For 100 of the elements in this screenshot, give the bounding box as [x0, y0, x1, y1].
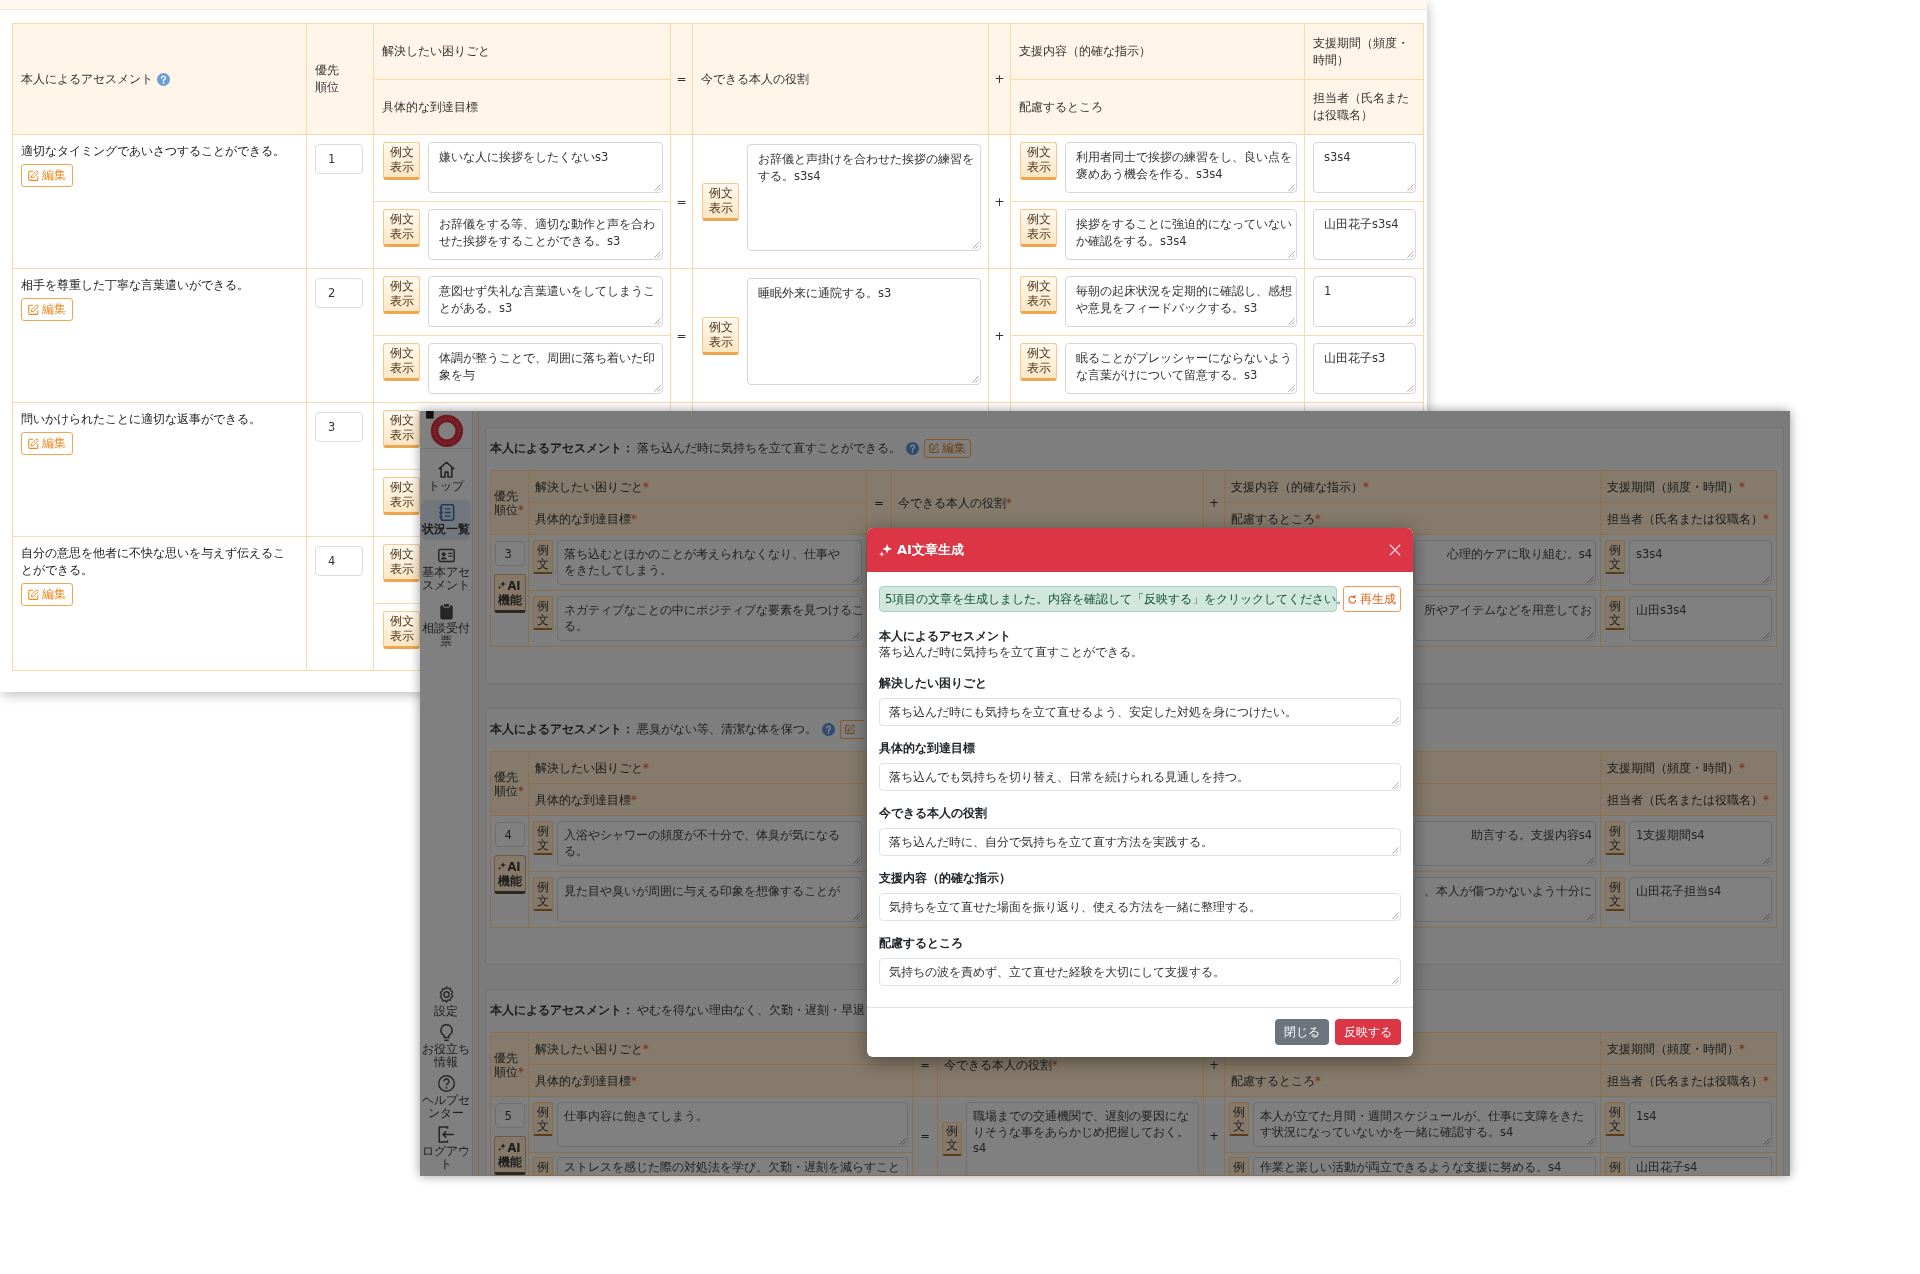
resize-grip-icon[interactable] — [853, 913, 860, 920]
example-button[interactable]: 例文表示 — [383, 343, 420, 381]
resize-grip-icon[interactable] — [1587, 913, 1594, 920]
text-area[interactable]: 挨拶をすることに強迫的になっていないか確認をする。s3s4 — [1065, 209, 1297, 260]
text-area[interactable]: 見た目や臭いが周囲に与える印象を想像することが — [557, 877, 862, 922]
resize-grip-icon[interactable] — [654, 385, 661, 392]
text-area[interactable]: お辞儀と声掛けを合わせた挨拶の練習をする。s3s4 — [747, 144, 981, 251]
text-area[interactable]: 入浴やシャワーの頻度が不十分で、体臭が気になる る。 — [557, 821, 862, 866]
resize-grip-icon[interactable] — [1587, 857, 1594, 864]
text-area[interactable]: 山田花子s3 — [1313, 343, 1416, 394]
text-area[interactable]: 1s4 — [1629, 1102, 1772, 1147]
priority-field[interactable]: 3 — [494, 541, 525, 566]
edit-button[interactable]: 編集 — [21, 298, 73, 321]
example-button[interactable]: 例文 — [1605, 877, 1625, 911]
resize-grip-icon[interactable] — [654, 251, 661, 258]
text-area[interactable]: 山田s3s4 — [1629, 596, 1772, 641]
resize-grip-icon[interactable] — [1407, 251, 1414, 258]
example-button[interactable]: 例文 — [1605, 596, 1625, 630]
example-button[interactable]: 例文表示 — [383, 142, 420, 180]
ai-button[interactable]: AI機能 — [493, 855, 526, 894]
example-button[interactable]: 例 — [533, 1157, 553, 1175]
example-button[interactable]: 例文 — [1605, 821, 1625, 855]
priority-field[interactable]: 3 — [315, 412, 363, 442]
resize-grip-icon[interactable] — [853, 576, 860, 583]
priority-field[interactable]: 1 — [315, 144, 363, 174]
text-area[interactable]: 仕事内容に飽きてしまう。 — [557, 1102, 908, 1147]
resize-grip-icon[interactable] — [1763, 913, 1770, 920]
resize-grip-icon[interactable] — [972, 242, 979, 249]
example-button[interactable]: 例文 — [1605, 540, 1625, 574]
text-area[interactable]: 、本人が傷つかないよう十分に — [1414, 877, 1596, 922]
resize-grip-icon[interactable] — [1288, 251, 1295, 258]
example-button[interactable]: 例文表示 — [702, 182, 739, 221]
resize-grip-icon[interactable] — [1392, 977, 1399, 984]
text-area[interactable]: ネガティブなことの中にポジティブな要素を見つけるこ る。 — [557, 596, 862, 641]
text-area[interactable]: 意図せず失礼な言葉遣いをしてしまうことがある。s3 — [428, 276, 663, 327]
resize-grip-icon[interactable] — [972, 376, 979, 383]
text-area[interactable]: 1 — [1313, 276, 1416, 327]
text-area[interactable]: 落ち込むとほかのことが考えられなくなり、仕事や をきたしてしまう。 — [557, 540, 862, 585]
example-button[interactable]: 例文 — [533, 540, 553, 574]
text-area[interactable]: 落ち込んだ時に、自分で気持ちを立て直す方法を実践する。 — [879, 828, 1401, 856]
example-button[interactable]: 例文表示 — [383, 209, 420, 247]
logo-icon[interactable] — [425, 411, 465, 447]
example-button[interactable]: 例文 — [942, 1121, 962, 1156]
text-area[interactable]: 助言する。支援内容s4 — [1414, 821, 1596, 866]
priority-field[interactable]: 4 — [315, 546, 363, 576]
help-icon[interactable] — [906, 441, 919, 455]
edit-button[interactable]: 編集 — [21, 164, 73, 187]
example-button[interactable]: 例文表示 — [1020, 209, 1057, 247]
example-button[interactable]: 例文 — [533, 1102, 553, 1136]
text-area[interactable]: 落ち込んだ時にも気持ちを立て直せるよう、安定した対処を身につけたい。 — [879, 698, 1401, 726]
sidebar-item[interactable]: お役立ち情報 — [421, 1021, 471, 1072]
text-area[interactable]: 山田花子担当s4 — [1629, 877, 1772, 922]
priority-field[interactable]: 4 — [494, 822, 525, 847]
text-area[interactable]: s3s4 — [1313, 142, 1416, 193]
help-icon[interactable] — [157, 72, 170, 86]
priority-field[interactable]: 5 — [494, 1103, 525, 1128]
resize-grip-icon[interactable] — [1763, 857, 1770, 864]
resize-grip-icon[interactable] — [1587, 576, 1594, 583]
example-button[interactable]: 例文 — [1229, 1102, 1249, 1136]
edit-button[interactable] — [840, 719, 864, 739]
edit-button[interactable]: 編集 — [924, 438, 971, 458]
text-area[interactable]: 体調が整うことで、周囲に落ち着いた印象を与 — [428, 343, 663, 394]
resize-grip-icon[interactable] — [1392, 912, 1399, 919]
resize-grip-icon[interactable] — [1763, 1138, 1770, 1145]
text-area[interactable]: 職場までの交通機関で、遅刻の要因になりそうな事をあらかじめ把握しておく。s4 — [966, 1102, 1199, 1175]
resize-grip-icon[interactable] — [1587, 1138, 1594, 1145]
resize-grip-icon[interactable] — [1392, 782, 1399, 789]
resize-grip-icon[interactable] — [1407, 318, 1414, 325]
ai-button[interactable]: AI機能 — [493, 1136, 526, 1175]
text-area[interactable]: 本人が立てた月間・週間スケジュールが、仕事に支障をきたす状況になっていないかを一緒に確認する。s4 — [1253, 1102, 1596, 1147]
resize-grip-icon[interactable] — [1288, 184, 1295, 191]
edit-button[interactable]: 編集 — [21, 432, 73, 455]
resize-grip-icon[interactable] — [853, 857, 860, 864]
resize-grip-icon[interactable] — [1763, 576, 1770, 583]
text-area[interactable]: 利用者同士で挨拶の練習をし、良い点を褒めあう機会を作る。s3s4 — [1065, 142, 1297, 193]
resize-grip-icon[interactable] — [654, 318, 661, 325]
close-icon[interactable] — [1389, 544, 1401, 556]
example-button[interactable]: 例文 — [1605, 1102, 1625, 1136]
resize-grip-icon[interactable] — [899, 1138, 906, 1145]
text-area[interactable]: 所やアイテムなどを用意してお — [1414, 596, 1596, 641]
text-area[interactable]: 山田花子s3s4 — [1313, 209, 1416, 260]
example-button[interactable]: 例文 — [533, 821, 553, 855]
resize-grip-icon[interactable] — [1392, 717, 1399, 724]
resize-grip-icon[interactable] — [1763, 632, 1770, 639]
text-area[interactable]: 睡眠外来に通院する。s3 — [747, 278, 981, 385]
ai-button[interactable]: AI機能 — [493, 574, 526, 613]
text-area[interactable]: 落ち込んでも気持ちを切り替え、日常を続けられる見通しを持つ。 — [879, 763, 1401, 791]
text-area[interactable]: 眠ることがプレッシャーにならないような言葉がけについて留意する。s3 — [1065, 343, 1297, 394]
priority-field[interactable]: 2 — [315, 278, 363, 308]
sidebar-item[interactable]: 相談受付票 — [421, 599, 471, 652]
sidebar-item[interactable]: トップ — [421, 457, 471, 497]
resize-grip-icon[interactable] — [1407, 385, 1414, 392]
text-area[interactable]: 気持ちの波を責めず、立て直せた経験を大切にして支援する。 — [879, 958, 1401, 986]
resize-grip-icon[interactable] — [1587, 632, 1594, 639]
sidebar-item[interactable]: ログアウト — [421, 1123, 471, 1174]
example-button[interactable]: 例文 — [533, 596, 553, 630]
text-area[interactable]: 1支援期間s4 — [1629, 821, 1772, 866]
example-button[interactable]: 例文表示 — [1020, 276, 1057, 314]
sidebar-item[interactable]: 設定 — [421, 983, 471, 1021]
example-button[interactable]: 例文表示 — [702, 316, 739, 355]
